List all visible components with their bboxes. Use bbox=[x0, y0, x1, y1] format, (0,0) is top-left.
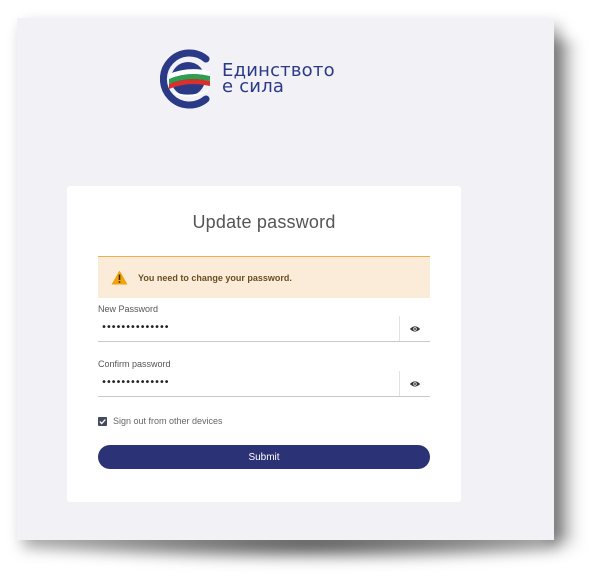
show-confirm-password-button[interactable] bbox=[399, 371, 430, 396]
confirm-password-value: •••••••••••••• bbox=[101, 377, 170, 388]
new-password-field[interactable]: •••••••••••••• bbox=[98, 316, 430, 342]
brand-logo: Единството е сила bbox=[160, 49, 380, 111]
sign-out-other-devices-label: Sign out from other devices bbox=[113, 416, 223, 426]
sign-out-other-devices-checkbox[interactable] bbox=[98, 416, 107, 426]
eye-icon bbox=[409, 380, 421, 387]
show-new-password-button[interactable] bbox=[399, 316, 430, 341]
brand-line-2: е сила bbox=[222, 76, 285, 97]
new-password-label: New Password bbox=[98, 304, 159, 314]
eye-icon bbox=[409, 325, 421, 332]
submit-button[interactable]: Submit bbox=[98, 445, 430, 469]
checkmark-icon bbox=[99, 418, 106, 424]
new-password-value: •••••••••••••• bbox=[101, 322, 170, 333]
brand-name: Единството е сила bbox=[222, 62, 335, 97]
sign-out-other-devices-row[interactable]: Sign out from other devices bbox=[98, 416, 223, 426]
login-page: Единството е сила Update password You ne… bbox=[17, 18, 554, 540]
warning-icon bbox=[111, 270, 128, 285]
confirm-password-field[interactable]: •••••••••••••• bbox=[98, 371, 430, 397]
screenshot-stage: Единството е сила Update password You ne… bbox=[0, 0, 595, 587]
password-change-alert: You need to change your password. bbox=[98, 256, 430, 298]
update-password-card: Update password You need to change your … bbox=[67, 186, 461, 502]
alert-message: You need to change your password. bbox=[138, 272, 292, 283]
flag-globe-icon bbox=[160, 49, 210, 109]
confirm-password-label: Confirm password bbox=[98, 359, 171, 369]
page-title: Update password bbox=[192, 212, 336, 232]
